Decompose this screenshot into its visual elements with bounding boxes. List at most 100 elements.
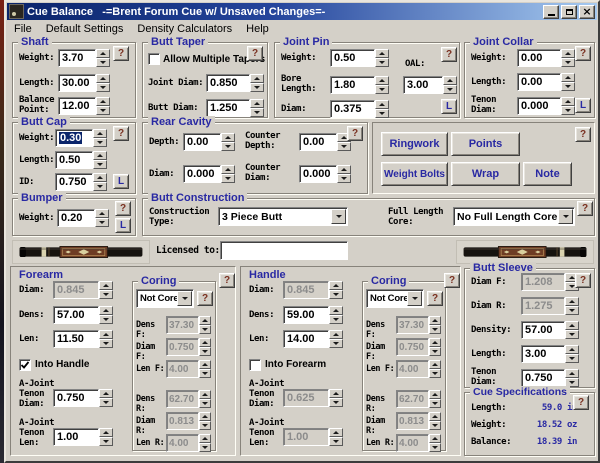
ringwork-button[interactable]: Ringwork	[381, 132, 448, 156]
butt-cap-weight-field[interactable]: 0.30	[55, 129, 93, 147]
spin-down-button[interactable]	[375, 109, 389, 118]
handle-coring-dens-r-field[interactable]: 62.70	[396, 390, 429, 408]
joint-pin-bore-field[interactable]: 1.80	[330, 76, 375, 94]
shaft-help-button[interactable]: ?	[113, 46, 129, 61]
rear-cavity-diam-field[interactable]: 0.000	[183, 165, 221, 183]
spin-down-button[interactable]	[429, 443, 441, 452]
spin-up-button[interactable]	[99, 330, 113, 339]
spin-up-button[interactable]	[93, 151, 107, 160]
butt-sleeve-diam-r-field[interactable]: 1.275	[521, 297, 565, 315]
into-forearm-checkbox[interactable]	[249, 359, 261, 371]
handle-coring-help-button[interactable]: ?	[427, 291, 443, 306]
spin-up-button[interactable]	[250, 99, 264, 108]
rear-cavity-depth-field[interactable]: 0.00	[183, 133, 221, 151]
joint-collar-length-spinner[interactable]	[561, 73, 575, 91]
joint-collar-tenon-spinner[interactable]	[561, 97, 575, 115]
handle-dens-spinner[interactable]	[329, 306, 343, 324]
butt-taper-butt-diam-field[interactable]: 1.250	[206, 99, 250, 117]
spin-up-button[interactable]	[329, 428, 343, 437]
butt-taper-joint-diam-field[interactable]: 0.850	[206, 74, 250, 92]
butt-cap-length-spinner[interactable]	[93, 151, 107, 169]
joint-pin-weight-field[interactable]: 0.50	[330, 49, 375, 67]
spin-down-button[interactable]	[99, 315, 113, 324]
joint-pin-bore-spinner[interactable]	[375, 76, 389, 94]
butt-cap-help-button[interactable]: ?	[113, 126, 129, 141]
forearm-coring-len-f-spinner[interactable]	[199, 360, 211, 378]
butt-sleeve-tenon-field[interactable]: 0.750	[521, 369, 565, 387]
butt-cap-weight-spinner[interactable]	[93, 129, 107, 147]
handle-coring-dens-f-spinner[interactable]	[429, 316, 441, 334]
spin-down-button[interactable]	[199, 369, 211, 378]
forearm-len-spinner[interactable]	[99, 330, 113, 348]
butt-cap-id-spinner[interactable]	[93, 173, 107, 191]
butt-sleeve-diam-f-field[interactable]: 1.208	[521, 273, 565, 291]
handle-coring-len-f-field[interactable]: 4.00	[396, 360, 429, 378]
spin-up-button[interactable]	[565, 369, 579, 378]
spin-down-button[interactable]	[199, 347, 211, 356]
joint-pin-weight-spinner[interactable]	[375, 49, 389, 67]
minimize-button[interactable]	[543, 5, 559, 19]
spin-down-button[interactable]	[93, 160, 107, 169]
handle-tenon-diam-spinner[interactable]	[329, 389, 343, 407]
spin-up-button[interactable]	[443, 76, 457, 85]
spin-down-button[interactable]	[429, 399, 441, 408]
licensed-to-input[interactable]	[220, 241, 348, 260]
spin-down-button[interactable]	[565, 330, 579, 339]
spin-down-button[interactable]	[329, 339, 343, 348]
handle-coring-dens-r-spinner[interactable]	[429, 390, 441, 408]
handle-coring-dens-f-field[interactable]: 37.30	[396, 316, 429, 334]
spin-down-button[interactable]	[95, 218, 109, 227]
joint-pin-oal-field[interactable]: 3.00	[403, 76, 443, 94]
wrap-button[interactable]: Wrap	[451, 162, 520, 186]
into-handle-checkbox[interactable]	[19, 359, 31, 371]
forearm-tenon-diam-field[interactable]: 0.750	[53, 389, 99, 407]
handle-diam-spinner[interactable]	[329, 281, 343, 299]
spin-up-button[interactable]	[93, 129, 107, 138]
forearm-dens-field[interactable]: 57.00	[53, 306, 99, 324]
spin-up-button[interactable]	[561, 97, 575, 106]
bumper-help-button[interactable]: ?	[115, 201, 131, 216]
forearm-coring-dens-r-field[interactable]: 62.70	[166, 390, 199, 408]
spin-down-button[interactable]	[429, 325, 441, 334]
butt-taper-butt-diam-spinner[interactable]	[250, 99, 264, 117]
spin-down-button[interactable]	[96, 83, 110, 92]
spin-down-button[interactable]	[429, 347, 441, 356]
joint-pin-lock-button[interactable]: L	[441, 99, 457, 114]
spin-down-button[interactable]	[99, 290, 113, 299]
forearm-len-field[interactable]: 11.50	[53, 330, 99, 348]
spin-down-button[interactable]	[199, 325, 211, 334]
spin-down-button[interactable]	[96, 58, 110, 67]
handle-coring-dropdown[interactable]: Not Cored	[366, 289, 424, 308]
forearm-tenon-len-field[interactable]: 1.00	[53, 428, 99, 446]
rear-cavity-help-button[interactable]: ?	[347, 126, 363, 141]
spin-up-button[interactable]	[429, 390, 441, 399]
title-bar[interactable]: Cue Balance -=Brent Forum Cue w/ Unsaved…	[7, 3, 597, 20]
forearm-diam-spinner[interactable]	[99, 281, 113, 299]
note-button[interactable]: Note	[523, 162, 572, 186]
spin-up-button[interactable]	[95, 209, 109, 218]
spin-down-button[interactable]	[375, 85, 389, 94]
spin-up-button[interactable]	[199, 338, 211, 347]
handle-coring-len-r-spinner[interactable]	[429, 434, 441, 452]
spin-down-button[interactable]	[199, 421, 211, 430]
menu-density-calculators[interactable]: Density Calculators	[130, 21, 239, 37]
rear-cavity-diam-spinner[interactable]	[221, 165, 235, 183]
joint-collar-help-button[interactable]: ?	[575, 46, 591, 61]
handle-coring-diam-r-spinner[interactable]	[429, 412, 441, 430]
spin-up-button[interactable]	[199, 316, 211, 325]
handle-len-spinner[interactable]	[329, 330, 343, 348]
spin-up-button[interactable]	[93, 173, 107, 182]
spin-up-button[interactable]	[375, 76, 389, 85]
forearm-dens-spinner[interactable]	[99, 306, 113, 324]
butt-sleeve-length-spinner[interactable]	[565, 345, 579, 363]
spin-up-button[interactable]	[565, 297, 579, 306]
shaft-weight-spinner[interactable]	[96, 49, 110, 67]
spin-up-button[interactable]	[99, 281, 113, 290]
handle-coring-diam-f-field[interactable]: 0.750	[396, 338, 429, 356]
joint-collar-length-field[interactable]: 0.00	[517, 73, 561, 91]
spin-up-button[interactable]	[329, 330, 343, 339]
forearm-coring-dens-f-field[interactable]: 37.30	[166, 316, 199, 334]
forearm-coring-len-r-field[interactable]: 4.00	[166, 434, 199, 452]
rear-cavity-counter-depth-field[interactable]: 0.00	[299, 133, 337, 151]
shaft-weight-field[interactable]: 3.70	[58, 49, 96, 67]
